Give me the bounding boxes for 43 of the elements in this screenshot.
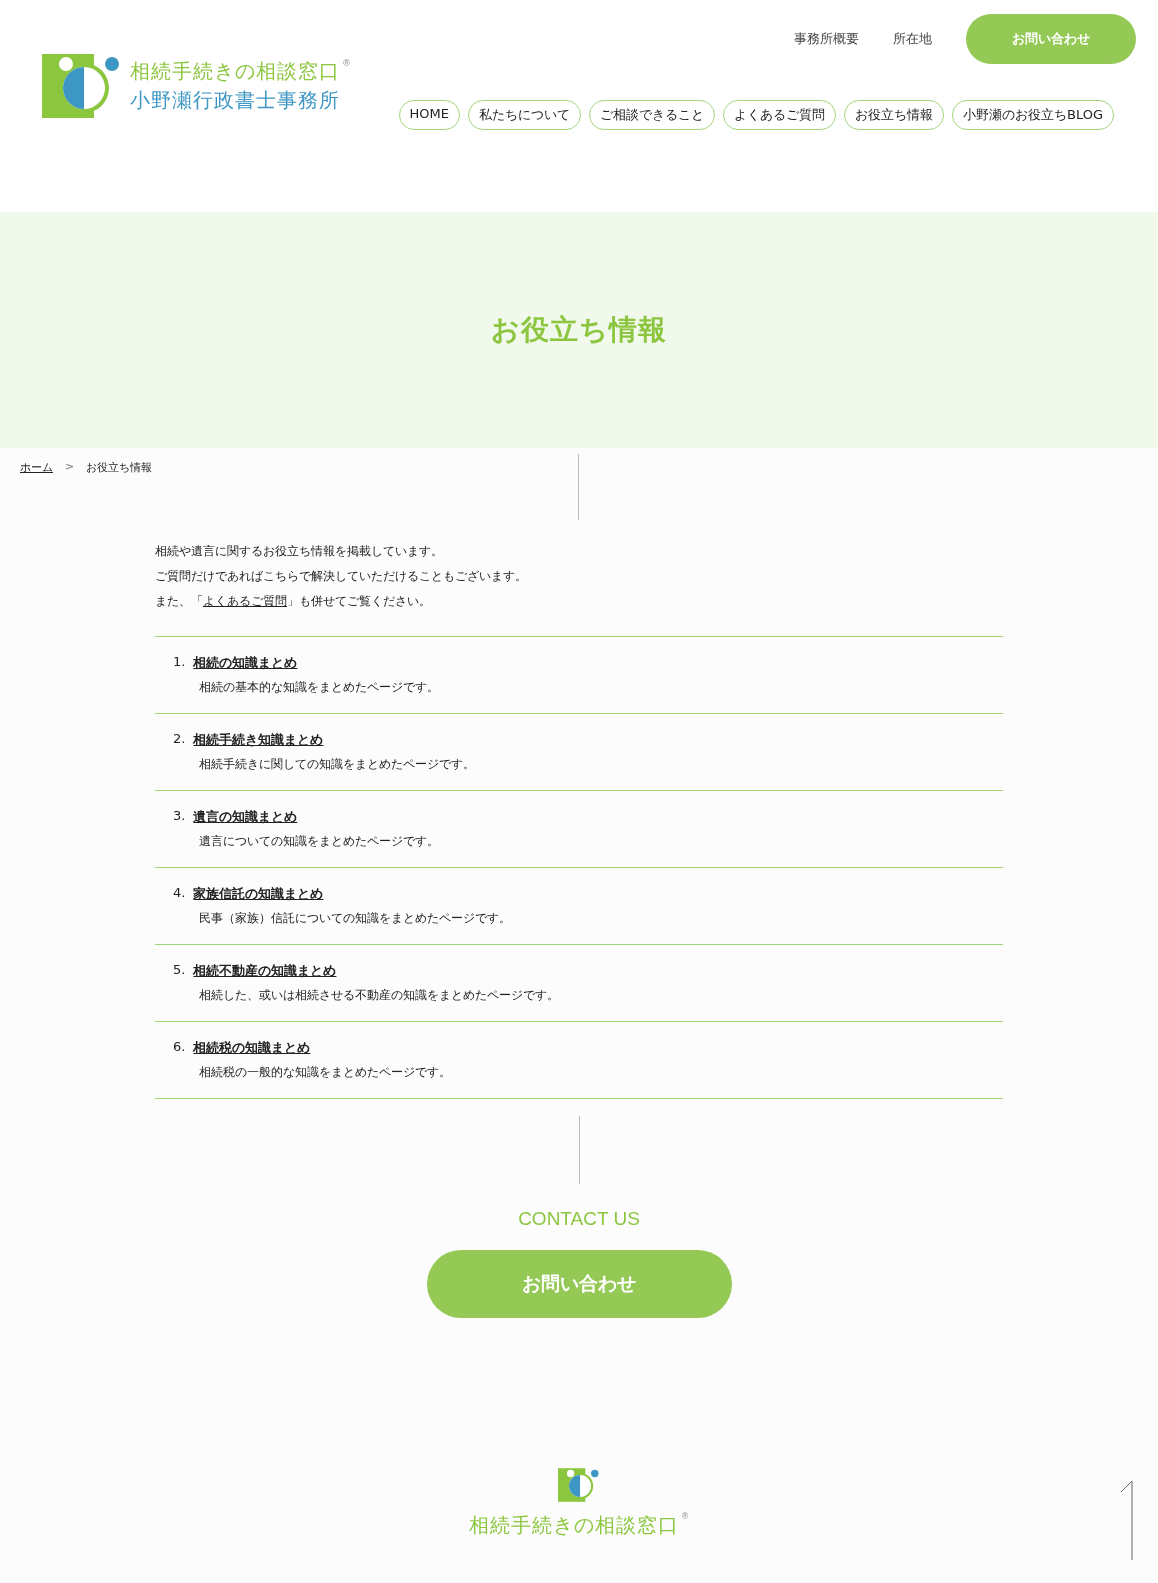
item-link[interactable]: 相続手続き知識まとめ [193,731,324,749]
top-link[interactable]: 事務所概要 [794,30,859,48]
nav-link[interactable]: HOME [398,100,460,130]
intro-text: ご質問だけであればこちらで解決していただけることもございます。 [155,568,528,585]
item-description: 相続した、或いは相続させる不動産の知識をまとめたページです。 [199,987,560,1004]
item-link[interactable]: 相続税の知識まとめ [193,1039,311,1057]
item-number: 2. [173,731,186,748]
logo-icon [558,1468,600,1502]
nav-link[interactable]: 小野瀬のお役立ちBLOG [952,100,1114,130]
breadcrumb-current: お役立ち情報 [86,460,153,475]
item-description: 民事（家族）信託についての知識をまとめたページです。 [199,910,512,927]
item-number: 1. [173,654,186,671]
nav-link[interactable]: 私たちについて [468,100,581,130]
office-name: 小野瀬行政書士事務所 [130,87,341,114]
page-title: お役立ち情報 [491,312,667,348]
faq-link[interactable]: よくあるご質問 [203,594,287,608]
intro-text: また、「よくあるご質問」も併せてご覧ください。 [155,593,432,610]
scroll-line-icon [1120,1480,1134,1560]
registered-mark: ® [342,58,351,68]
item-link[interactable]: 相続不動産の知識まとめ [193,962,337,980]
item-number: 6. [173,1039,186,1056]
contact-heading: CONTACT US [518,1208,640,1230]
item-description: 相続税の一般的な知識をまとめたページです。 [199,1064,452,1081]
top-link[interactable]: 所在地 [893,30,932,48]
nav-link[interactable]: よくあるご質問 [723,100,836,130]
logo-title: 相続手続きの相談窓口 [469,1512,679,1539]
logo-title: 相続手続きの相談窓口 [130,58,340,85]
nav-link[interactable]: お役立ち情報 [844,100,944,130]
item-description: 相続手続きに関しての知識をまとめたページです。 [199,756,476,773]
nav-link[interactable]: ご相談できること [589,100,715,130]
item-description: 相続の基本的な知識をまとめたページです。 [199,679,440,696]
item-link[interactable]: 家族信託の知識まとめ [193,885,324,903]
logo-icon [42,54,122,118]
item-number: 5. [173,962,186,979]
registered-mark: ® [681,1512,689,1521]
breadcrumb-link[interactable]: ホーム [20,460,53,475]
item-link[interactable]: 相続の知識まとめ [193,654,298,672]
item-link[interactable]: 遺言の知識まとめ [193,808,298,826]
intro-text: 相続や遺言に関するお役立ち情報を掲載しています。 [155,543,444,560]
item-number: 4. [173,885,186,902]
breadcrumb-separator: > [65,460,75,475]
item-number: 3. [173,808,186,825]
item-description: 遺言についての知識をまとめたページです。 [199,833,440,850]
